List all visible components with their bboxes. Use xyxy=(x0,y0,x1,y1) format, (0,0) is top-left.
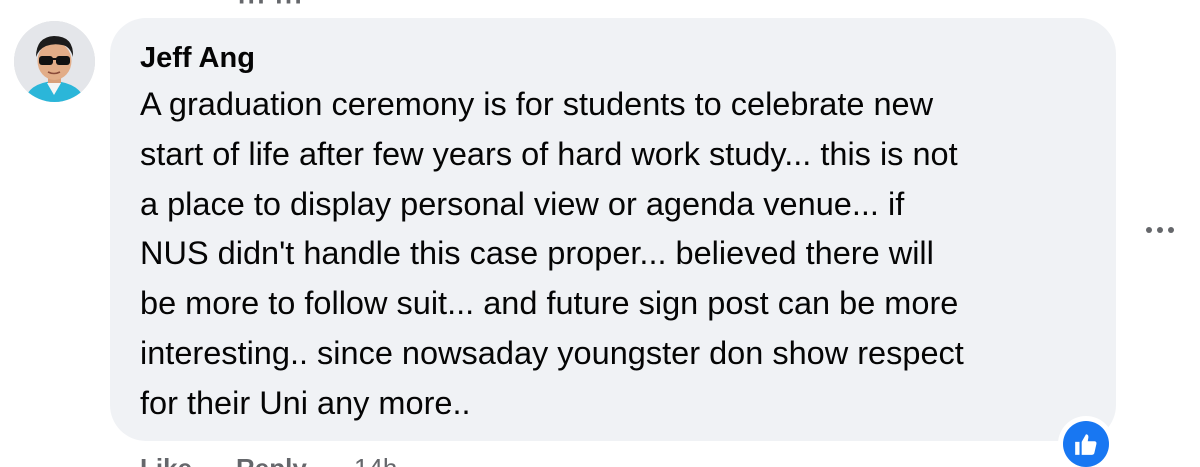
comment-text-line: A graduation ceremony is for students to… xyxy=(140,86,934,122)
comment-timestamp[interactable]: 14h xyxy=(354,453,397,467)
comment-text-line: a place to display personal view or agen… xyxy=(140,185,905,222)
comment-text-line: NUS didn't handle this case proper... be… xyxy=(140,235,934,272)
more-options-button[interactable] xyxy=(1140,214,1180,246)
avatar-photo xyxy=(14,21,95,102)
comment-screen: ··· ··· Jeff Ang A graduation ceremony i… xyxy=(0,0,1200,467)
comment-text-line: be more to follow suit... and future sig… xyxy=(140,285,959,322)
comment-author-name[interactable]: Jeff Ang xyxy=(140,38,255,78)
more-horizontal-icon xyxy=(1146,227,1174,233)
reaction-badge[interactable] xyxy=(1058,416,1114,467)
comment-text-line: for their Uni any more.. xyxy=(140,384,471,421)
thumbs-up-icon xyxy=(1063,421,1109,467)
comment-text-line: interesting.. since nowsaday youngster d… xyxy=(140,334,964,371)
comment-text: A graduation ceremony is for students to… xyxy=(140,80,1100,429)
previous-comment-actions-cutoff: ··· ··· xyxy=(238,0,305,16)
avatar[interactable] xyxy=(14,21,95,102)
like-link[interactable]: Like xyxy=(140,453,192,467)
reply-link[interactable]: Reply xyxy=(236,453,307,467)
comment-text-line: start of life after few years of hard wo… xyxy=(140,135,958,172)
